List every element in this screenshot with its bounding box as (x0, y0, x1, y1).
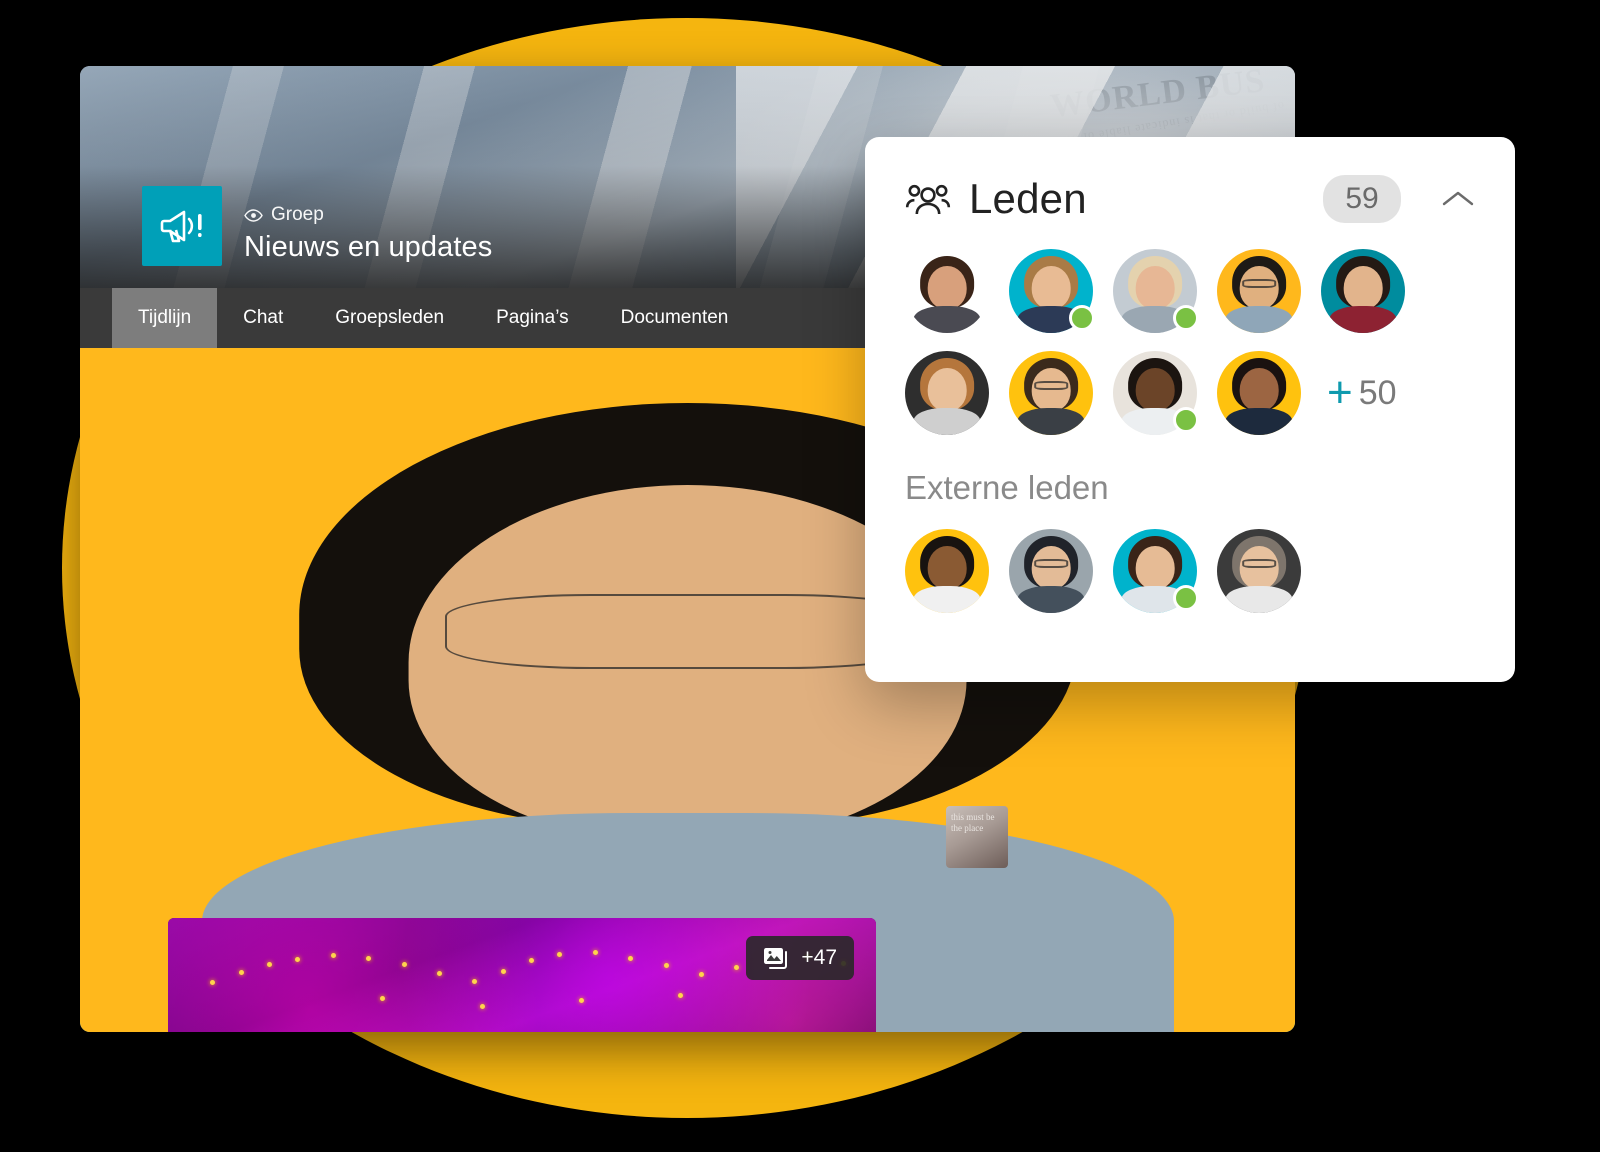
group-identity: Groep Nieuws en updates (142, 186, 492, 266)
avatar-art (905, 249, 989, 333)
avatar-art (905, 529, 989, 613)
online-status-dot (1173, 305, 1199, 331)
eye-icon (244, 208, 263, 222)
avatar[interactable] (1009, 249, 1095, 333)
tab-label: Tijdlijn (138, 307, 192, 328)
online-status-dot (1173, 585, 1199, 611)
chevron-up-icon[interactable] (1441, 189, 1475, 209)
show-more-members[interactable]: +50 (1327, 371, 1397, 415)
tab-groepsleden[interactable]: Groepsleden (309, 288, 470, 348)
gallery-count-label: +47 (801, 945, 837, 969)
avatar[interactable] (1113, 249, 1199, 333)
avatar-art (1217, 249, 1301, 333)
more-members-count: 50 (1358, 373, 1397, 412)
avatar-art (80, 348, 1295, 1032)
avatar[interactable] (1217, 529, 1301, 613)
external-members-avatar-grid (905, 529, 1475, 613)
group-thumbnail: this must be the place (946, 806, 1008, 868)
group-avatar[interactable] (142, 186, 222, 266)
tab-documenten[interactable]: Documenten (595, 288, 755, 348)
avatar[interactable] (1217, 351, 1301, 435)
avatar-art (1217, 529, 1301, 613)
avatar[interactable] (80, 348, 1295, 1032)
avatar-art (1321, 249, 1405, 333)
tab-chat[interactable]: Chat (217, 288, 309, 348)
group-visibility: Groep (244, 204, 492, 226)
avatar[interactable] (905, 529, 989, 613)
avatar[interactable] (1113, 351, 1199, 435)
group-visibility-label: Groep (271, 204, 324, 225)
group-thumbnail-text: this must be the place (951, 812, 995, 834)
avatar[interactable] (905, 351, 989, 435)
avatar[interactable] (1217, 249, 1301, 333)
external-members-title: Externe leden (905, 469, 1109, 506)
megaphone-alert-icon (159, 206, 205, 246)
post-card: Alan Chadee in Nieuws en updates 3 dagen… (80, 348, 1295, 1032)
avatar-art (1009, 351, 1093, 435)
online-status-dot (1173, 407, 1199, 433)
page-title: Nieuws en updates (244, 231, 493, 263)
members-panel-header: Leden 59 (905, 175, 1475, 223)
avatar[interactable] (1009, 351, 1093, 435)
tab-label: Pagina’s (496, 307, 569, 328)
tab-paginas[interactable]: Pagina’s (470, 288, 595, 348)
gallery-count-badge[interactable]: +47 (746, 935, 854, 980)
members-panel: Leden 59 +50 Externe leden (865, 137, 1515, 682)
avatar-art (1009, 529, 1093, 613)
members-avatar-grid: +50 (905, 249, 1475, 435)
avatar[interactable] (905, 249, 989, 333)
photos-stack-icon (763, 947, 790, 969)
avatar[interactable] (1113, 529, 1199, 613)
main-column: Over: Groep (80, 348, 1295, 1032)
group-people-icon (905, 182, 951, 216)
group-meta: Groep Nieuws en updates (244, 204, 492, 266)
tab-label: Groepsleden (335, 307, 445, 328)
post-header: Alan Chadee in Nieuws en updates 3 dagen… (80, 348, 1295, 1032)
post-gallery[interactable]: +47 (168, 917, 876, 1032)
members-count-badge: 59 (1323, 175, 1401, 223)
avatar[interactable] (1321, 249, 1405, 333)
members-panel-title: Leden (969, 175, 1087, 222)
tab-tijdlijn[interactable]: Tijdlijn (112, 288, 218, 348)
plus-icon: + (1327, 368, 1353, 417)
tab-label: Documenten (620, 307, 729, 328)
tab-label: Chat (243, 307, 284, 328)
avatar-art (1217, 351, 1301, 435)
avatar[interactable] (1009, 529, 1093, 613)
avatar-art (905, 351, 989, 435)
online-status-dot (1069, 305, 1095, 331)
